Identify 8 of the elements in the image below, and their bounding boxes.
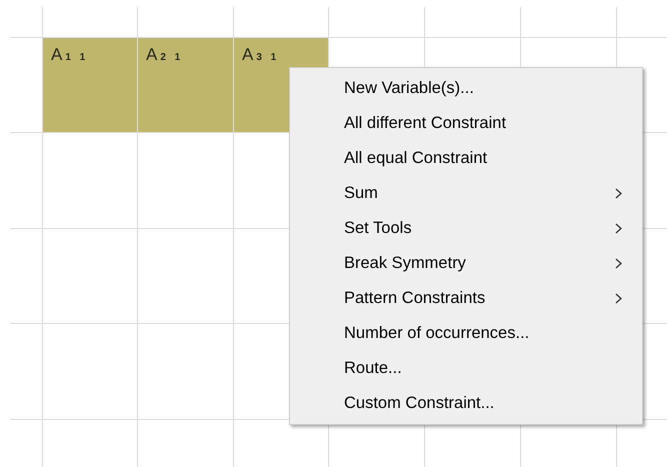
menu-item[interactable]: All equal Constraint	[290, 141, 642, 176]
menu-item[interactable]: Set Tools	[290, 211, 642, 246]
menu-item[interactable]: Custom Constraint...	[290, 386, 642, 421]
menu-item[interactable]: Pattern Constraints	[290, 281, 642, 316]
menu-item[interactable]: Break Symmetry	[290, 246, 642, 281]
menu-item[interactable]: Route...	[290, 351, 642, 386]
menu-item[interactable]: Number of occurrences...	[290, 316, 642, 351]
menu-item[interactable]: Sum	[290, 176, 642, 211]
